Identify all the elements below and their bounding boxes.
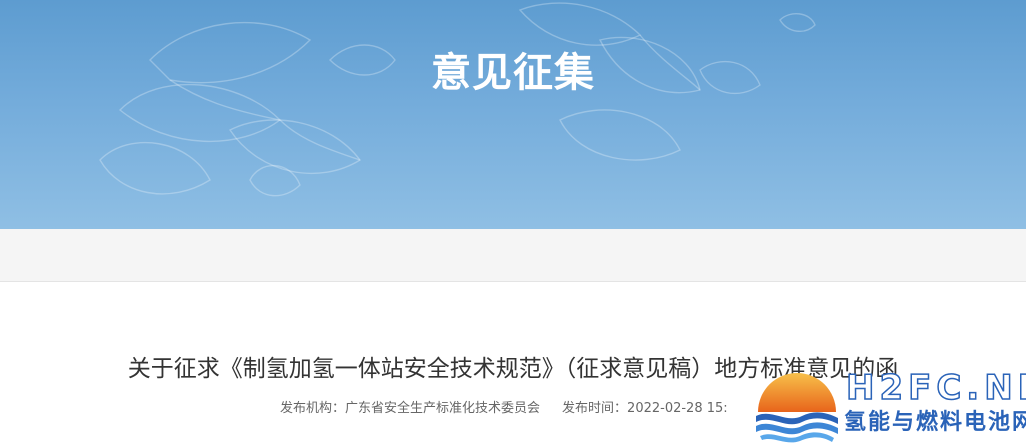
watermark-brand-en: H2FC.NET — [845, 367, 1026, 409]
publish-time-label: 发布时间： — [562, 401, 628, 416]
site-watermark: H2FC.NET 氢能与燃料电池网 — [752, 366, 1026, 447]
article-meta: 发布机构：广东省安全生产标准化技术委员会 发布时间：2022-02-28 15: — [280, 399, 728, 419]
page-title: 意见征集 — [431, 50, 595, 96]
publisher-label: 发布机构： — [280, 401, 346, 416]
hero-banner: 意见征集 — [0, 0, 1026, 229]
breadcrumb-bar — [0, 229, 1026, 282]
flower-illustration — [99, 2, 816, 197]
publisher-value: 广东省安全生产标准化技术委员会 — [345, 401, 541, 416]
h2fc-logo-icon — [756, 373, 838, 443]
watermark-brand-cn: 氢能与燃料电池网 — [844, 410, 1026, 435]
publish-time-value: 2022-02-28 15: — [627, 401, 728, 416]
